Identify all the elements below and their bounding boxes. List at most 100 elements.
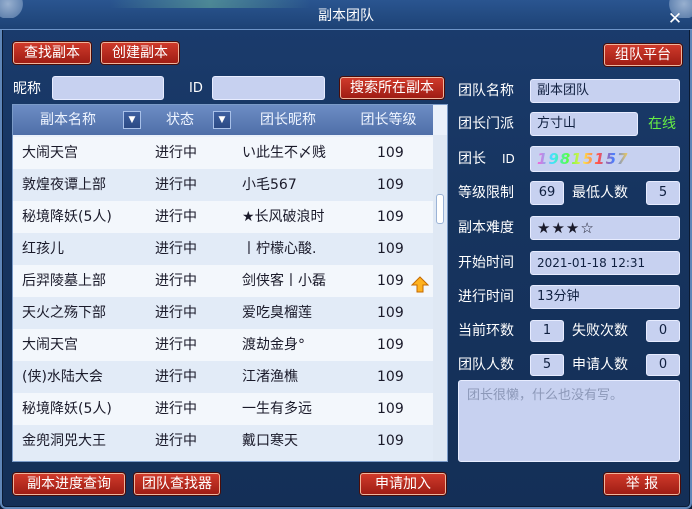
cell-status: 进行中 (155, 273, 197, 289)
cell-leader-level: 109 (377, 433, 404, 449)
elapsed-field: 13分钟 (530, 285, 680, 309)
applicants-field: 0 (646, 354, 680, 376)
members-label: 团队人数 (458, 357, 514, 373)
apply-join-button[interactable]: 申请加入 (360, 473, 446, 495)
table-row[interactable]: 后羿陵墓上部 进行中 剑侠客丨小磊 109 (13, 265, 433, 297)
cell-leader-level: 109 (377, 369, 404, 385)
cell-status: 进行中 (155, 369, 197, 385)
cell-leader-level: 109 (377, 337, 404, 353)
start-time-field: 2021-01-18 12:31 (530, 251, 680, 275)
sect-label: 团长门派 (458, 116, 514, 132)
difficulty-label: 副本难度 (458, 220, 514, 236)
table-row[interactable]: 金兜洞兕大王 进行中 戴口寒天 109 (13, 425, 433, 461)
cell-dungeon-name: 秘境降妖(5人) (22, 401, 112, 417)
members-field: 5 (530, 354, 564, 376)
cell-status: 进行中 (155, 145, 197, 161)
chevron-down-icon[interactable]: ▼ (213, 111, 231, 129)
cell-leader-name: い此生不〆贱 (242, 145, 326, 161)
column-header-status: 状态 (166, 112, 194, 128)
sect-field: 方寸山 (530, 112, 638, 136)
level-limit-field: 69 (530, 181, 564, 205)
round-field: 1 (530, 320, 564, 342)
close-icon[interactable]: ✕ (664, 8, 686, 30)
cell-leader-level: 109 (377, 273, 404, 289)
cell-leader-name: 丨柠檬心酸. (242, 241, 317, 257)
find-dungeon-button[interactable]: 查找副本 (13, 42, 91, 64)
cell-status: 进行中 (155, 241, 197, 257)
team-platform-button[interactable]: 组队平台 (604, 44, 682, 66)
start-time-label: 开始时间 (458, 255, 514, 271)
column-header-name: 副本名称 (40, 112, 96, 128)
cell-dungeon-name: 天火之殇下部 (22, 305, 106, 321)
cell-dungeon-name: 金兜洞兕大王 (22, 433, 106, 449)
cell-leader-level: 109 (377, 209, 404, 225)
cell-status: 进行中 (155, 401, 197, 417)
cell-leader-name: 戴口寒天 (242, 433, 298, 449)
cell-dungeon-name: 红孩儿 (22, 241, 64, 257)
table-row[interactable]: 天火之殇下部 进行中 爱吃臭榴莲 109 (13, 297, 433, 329)
cell-status: 进行中 (155, 305, 197, 321)
team-name-label: 团队名称 (458, 83, 514, 99)
level-limit-label: 等级限制 (458, 185, 514, 201)
nickname-label: 昵称 (13, 81, 41, 97)
fail-count-field: 0 (646, 320, 680, 342)
cell-dungeon-name: 秘境降妖(5人) (22, 209, 112, 225)
chevron-down-icon[interactable]: ▼ (123, 111, 141, 129)
cell-dungeon-name: 大闹天宫 (22, 337, 78, 353)
id-label: ID (189, 81, 203, 96)
leader-label: 团长 (458, 151, 486, 167)
id-input[interactable] (212, 76, 325, 100)
cell-leader-name: 剑侠客丨小磊 (242, 273, 326, 289)
cell-status: 进行中 (155, 433, 197, 449)
team-description: 团长很懒，什么也没有写。 (458, 380, 680, 462)
table-row[interactable]: 大闹天宫 进行中 い此生不〆贱 109 (13, 137, 433, 169)
nickname-input[interactable] (52, 76, 164, 100)
cell-dungeon-name: (侠)水陆大会 (22, 369, 103, 385)
team-finder-button[interactable]: 团队查找器 (134, 473, 220, 495)
table-row[interactable]: 大闹天宫 进行中 渡劫金身° 109 (13, 329, 433, 361)
cell-leader-name: 江渚渔樵 (242, 369, 298, 385)
cell-leader-name: 一生有多远 (242, 401, 312, 417)
applicants-label: 申请人数 (572, 357, 628, 373)
search-dungeon-button[interactable]: 搜索所在副本 (340, 77, 444, 99)
cell-leader-name: 爱吃臭榴莲 (242, 305, 312, 321)
column-header-leader: 团长昵称 (260, 112, 316, 128)
window-title: 副本团队 (318, 8, 374, 24)
team-name-field: 副本团队 (530, 79, 680, 103)
leader-id-value: 19815157 (537, 150, 629, 168)
table-row[interactable]: (侠)水陆大会 进行中 江渚渔樵 109 (13, 361, 433, 393)
report-button[interactable]: 举 报 (604, 473, 680, 495)
elapsed-label: 进行时间 (458, 289, 514, 305)
difficulty-stars: ★★★☆ (530, 216, 680, 240)
leader-id-label: ID (502, 152, 515, 166)
min-people-field: 5 (646, 181, 680, 205)
cell-leader-level: 109 (377, 401, 404, 417)
cell-leader-level: 109 (377, 241, 404, 257)
cell-status: 进行中 (155, 337, 197, 353)
table-row[interactable]: 秘境降妖(5人) 进行中 ★长风破浪时 109 (13, 201, 433, 233)
cell-status: 进行中 (155, 209, 197, 225)
create-dungeon-button[interactable]: 创建副本 (101, 42, 179, 64)
round-label: 当前环数 (458, 323, 514, 339)
leader-id-field: 19815157 (530, 146, 680, 172)
arrow-up-icon (411, 276, 429, 293)
cell-status: 进行中 (155, 177, 197, 193)
online-status: 在线 (648, 116, 676, 132)
cell-leader-level: 109 (377, 145, 404, 161)
column-header-level: 团长等级 (360, 112, 417, 128)
cell-leader-name: ★长风破浪时 (242, 209, 325, 225)
min-people-label: 最低人数 (572, 185, 628, 201)
table-scrollbar[interactable] (433, 135, 447, 461)
scrollbar-thumb[interactable] (436, 194, 444, 224)
cell-leader-name: 渡劫金身° (242, 337, 305, 353)
table-row[interactable]: 秘境降妖(5人) 进行中 一生有多远 109 (13, 393, 433, 425)
cell-leader-name: 小毛567 (242, 177, 297, 193)
table-row[interactable]: 敦煌夜谭上部 进行中 小毛567 109 (13, 169, 433, 201)
cell-dungeon-name: 敦煌夜谭上部 (22, 177, 106, 193)
dungeon-progress-button[interactable]: 副本进度查询 (13, 473, 125, 495)
cell-dungeon-name: 大闹天宫 (22, 145, 78, 161)
cell-leader-level: 109 (377, 177, 404, 193)
fail-count-label: 失败次数 (572, 323, 628, 339)
cell-dungeon-name: 后羿陵墓上部 (22, 273, 106, 289)
table-row[interactable]: 红孩儿 进行中 丨柠檬心酸. 109 (13, 233, 433, 265)
